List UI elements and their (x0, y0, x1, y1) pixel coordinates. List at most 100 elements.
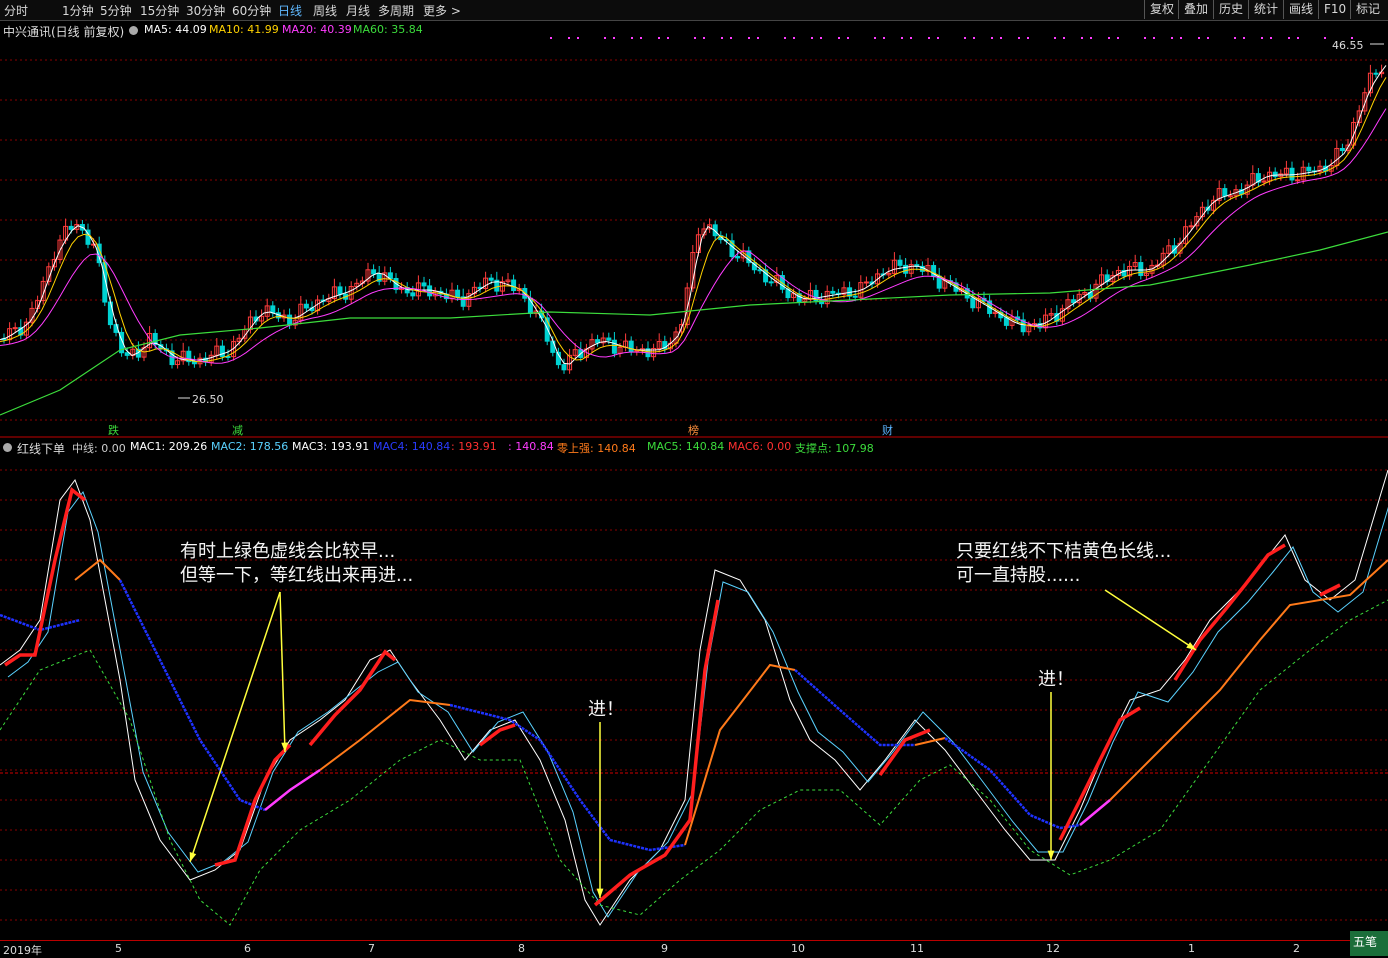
annotation-right-line1: 只要红线不下桔黄色长线... (956, 541, 1172, 562)
mac1-line (0, 469, 1388, 926)
candle-body (68, 225, 74, 230)
signal-dot (640, 37, 642, 39)
mac4-blue-segment (118, 579, 266, 812)
candle-body (303, 303, 309, 309)
event-label-fall[interactable]: 跌 (108, 422, 119, 438)
candle-body (1339, 147, 1345, 152)
arrow-hold (1104, 589, 1197, 651)
candle-body (270, 305, 276, 314)
annotation-right: 只要红线不下桔黄色长线... 可一直持股...... (956, 540, 1171, 588)
signal-dot (1324, 37, 1326, 39)
signal-dot (667, 37, 669, 39)
signal-dot (568, 37, 570, 39)
signal-dot (874, 37, 876, 39)
arrow-left-1 (189, 591, 281, 863)
mac4-blue-segment (944, 736, 1081, 830)
signal-dot (1198, 37, 1200, 39)
signal-dot (1234, 37, 1236, 39)
mac4-blue-segment (794, 669, 915, 747)
candle-body (1272, 171, 1278, 178)
zero-strong-orange-segment (74, 558, 121, 581)
indicator-lines (0, 469, 1388, 926)
x-label-10: 10 (791, 942, 805, 955)
signal-dot (1027, 37, 1029, 39)
x-label-8: 8 (518, 942, 525, 955)
signal-dot (928, 37, 930, 39)
signal-dot (1270, 37, 1272, 39)
red-signal-segment (1173, 543, 1286, 681)
candle-body (1289, 167, 1295, 181)
arrow-buy-2-head (1047, 850, 1055, 860)
candle-body (511, 279, 517, 292)
event-label-reduce[interactable]: 减 (232, 422, 243, 438)
signal-dot (1171, 37, 1173, 39)
ma5-line (0, 65, 1387, 365)
signal-dot (1000, 37, 1002, 39)
signal-dot (1117, 37, 1119, 39)
signal-dot (1153, 37, 1155, 39)
candle-body (611, 339, 617, 354)
magenta-segment (264, 768, 321, 811)
signal-dot (631, 37, 633, 39)
signal-dot (1261, 37, 1263, 39)
signal-dot (1063, 37, 1065, 39)
signal-dot (694, 37, 696, 39)
x-label-11: 11 (910, 942, 924, 955)
candle-body (897, 259, 903, 266)
candle-body (337, 286, 343, 295)
candle-body (421, 282, 427, 287)
x-label-6: 6 (244, 942, 251, 955)
candle-body (606, 337, 612, 341)
candle-body (1373, 72, 1379, 75)
event-label-rank[interactable]: 榜 (688, 422, 699, 438)
x-label-12: 12 (1046, 942, 1060, 955)
signal-dot (658, 37, 660, 39)
candle-body (830, 290, 836, 294)
signal-dot (721, 37, 723, 39)
signal-dot (901, 37, 903, 39)
x-label-2: 2 (1293, 942, 1300, 955)
event-label-finance[interactable]: 财 (882, 422, 893, 438)
candle-body (863, 281, 869, 284)
x-label-9: 9 (661, 942, 668, 955)
signal-dot (793, 37, 795, 39)
candle-body (561, 364, 567, 371)
arrow-left-2 (279, 591, 286, 753)
signal-dot (1180, 37, 1182, 39)
annotation-right-line2: 可一直持股...... (956, 565, 1081, 586)
candle-body (371, 269, 377, 275)
candle-body (970, 297, 976, 309)
annotation-buy-2: 进！ (1038, 669, 1074, 690)
signal-dot (811, 37, 813, 39)
signal-dot (964, 37, 966, 39)
x-label-7: 7 (368, 942, 375, 955)
candle-body (410, 292, 416, 297)
annotation-left-line1: 有时上绿色虚线会比较早... (180, 541, 396, 562)
candle-body (1306, 166, 1312, 172)
signal-dot (1144, 37, 1146, 39)
arrow-left-1-head (189, 852, 197, 862)
signal-dot (784, 37, 786, 39)
signal-dot (1018, 37, 1020, 39)
candle-body (488, 277, 494, 281)
five-stroke-button[interactable]: 五笔 (1350, 931, 1388, 956)
candle-body (550, 340, 556, 353)
magenta-segment (1079, 799, 1111, 826)
time-axis: 2019年 5 6 7 8 9 10 11 12 1 2 (0, 940, 1388, 957)
red-signal-segment (308, 649, 397, 747)
signal-dot (730, 37, 732, 39)
high-price-mark: 46.55 (1332, 39, 1364, 52)
candle-body (455, 289, 461, 298)
ma20-line (0, 108, 1387, 364)
signal-dot (1108, 37, 1110, 39)
stock-chart[interactable] (0, 0, 1388, 940)
five-stroke-label: 五笔 (1353, 935, 1378, 949)
candle-body (1138, 262, 1144, 276)
signal-dot (748, 37, 750, 39)
signal-dot (1243, 37, 1245, 39)
signal-dot (703, 37, 705, 39)
candle-body (287, 314, 293, 326)
signal-dot (910, 37, 912, 39)
candle-body (852, 295, 858, 298)
candle-body (124, 352, 130, 356)
